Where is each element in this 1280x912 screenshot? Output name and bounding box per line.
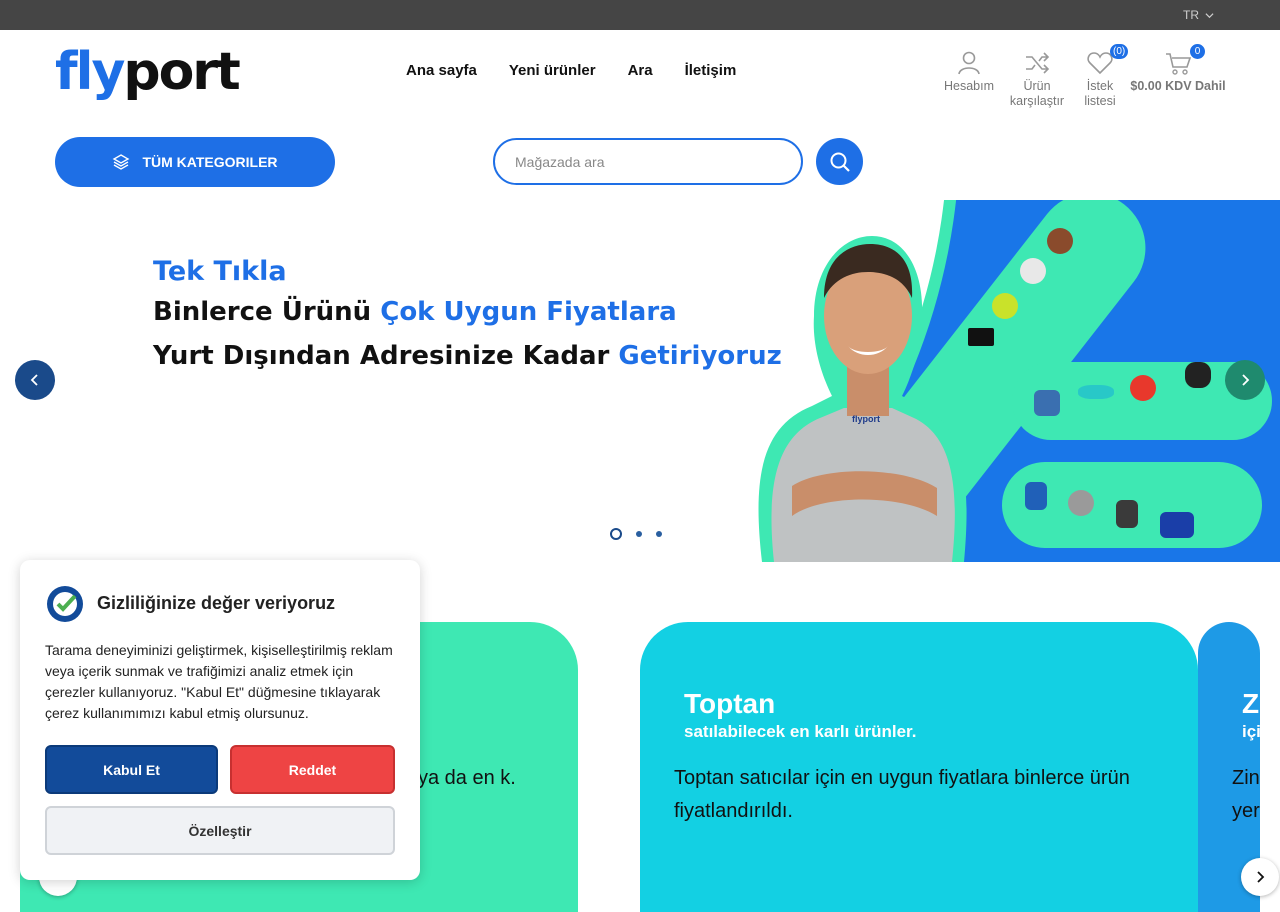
top-bar: TR [0,0,1280,30]
product-weights [1185,362,1211,388]
nav-search[interactable]: Ara [628,62,653,79]
chevron-down-icon [1205,12,1214,18]
slider-dot-3[interactable] [656,531,662,537]
slider-dot-2[interactable] [636,531,642,537]
feature-card-2-title: Toptan [684,688,776,719]
cookie-reject-button[interactable]: Reddet [230,745,395,794]
cart-icon [1166,53,1192,75]
feature-card-1-desc: ya da en k. [418,767,516,789]
account-link[interactable]: Hesabım [942,50,996,94]
wishlist-link[interactable]: (0) İstek listesi [1080,44,1129,109]
feature-card-2-desc: Toptan satıcılar için en uygun fiyatlara… [674,767,1130,822]
nav-contact[interactable]: İletişim [685,62,737,79]
product-backpack [1025,482,1047,510]
hero-line-1: Tek Tıkla [153,256,287,287]
cookie-text: Tarama deneyiminizi geliştirmek, kişisel… [45,642,393,721]
cookie-consent-dialog: Gizliliğinize değer veriyoruz Tarama den… [20,560,420,880]
hero-line-3: Yurt Dışından Adresinize Kadar Getiriyor… [153,341,782,371]
privacy-check-icon [47,586,83,622]
cart-link[interactable]: 0 $0.00 KDV Dahil [1130,44,1226,94]
compare-link[interactable]: Ürün karşılaştır [1006,50,1068,109]
product-camera [1020,258,1046,284]
wishlist-label-1: İstek [1086,79,1114,93]
shirt-logo: flyport [852,414,880,424]
feature-card-3-title: Z [1242,688,1260,719]
cart-total: $0.00 KDV Dahil [1130,79,1226,93]
feature-card-wholesale: Toptan satılabilecek en karlı ürünler. T… [640,622,1198,912]
slider-dots [610,528,662,540]
main-nav: Ana sayfa Yeni ürünler Ara İletişim [406,62,736,79]
feature-card-2-subtitle: satılabilecek en karlı ürünler. [684,722,917,741]
product-bowl [1047,228,1073,254]
slider-next-button[interactable] [1225,360,1265,400]
cards-next-button[interactable] [1241,858,1279,896]
site-logo[interactable]: flyport [55,44,241,100]
cart-count-badge: 0 [1190,44,1205,59]
product-speaker [1116,500,1138,528]
language-label: TR [1183,8,1199,22]
chevron-right-icon [1257,871,1265,883]
user-icon [958,51,980,75]
search-button[interactable] [816,138,863,185]
wishlist-count-badge: (0) [1110,44,1129,59]
all-categories-button[interactable]: TÜM KATEGORILER [55,137,335,187]
hero-person-image [758,236,967,562]
slider-dot-1[interactable] [610,528,622,540]
feature-card-3-desc: Zin yer [1232,767,1260,822]
wishlist-label-2: listesi [1084,94,1116,108]
language-selector[interactable]: TR [1183,8,1214,22]
slider-prev-button[interactable] [15,360,55,400]
cookie-title: Gizliliğinize değer veriyoruz [97,593,336,613]
hero-slider: Tek Tıkla Binlerce Ürünü Çok Uygun Fiyat… [0,200,1280,562]
product-paddle [1130,375,1156,401]
all-categories-label: TÜM KATEGORILER [142,154,278,170]
cookie-customize-button[interactable]: Özelleştir [45,806,395,855]
compare-label-1: Ürün [1023,79,1051,93]
hero-line-2: Binlerce Ürünü Çok Uygun Fiyatlara [153,297,677,327]
layers-icon [113,154,130,170]
search-icon [830,152,850,172]
product-jacket [1034,390,1060,416]
nav-new-products[interactable]: Yeni ürünler [509,62,596,79]
feature-card-3-subtitle: içi [1242,722,1260,741]
chevron-left-icon [30,374,38,386]
header: flyport Ana sayfa Yeni ürünler Ara İleti… [0,30,1280,200]
product-tshirt [1160,512,1194,538]
account-label: Hesabım [943,79,995,93]
search-input[interactable] [493,138,803,185]
cookie-accept-button[interactable]: Kabul Et [45,745,218,794]
shuffle-icon [1026,52,1050,74]
hero-headline: Tek Tıkla Binlerce Ürünü Çok Uygun Fiyat… [153,254,782,378]
product-ball [992,293,1018,319]
compare-label-2: karşılaştır [1009,94,1065,108]
product-iron [1078,385,1114,399]
chevron-right-icon [1242,374,1250,386]
nav-home[interactable]: Ana sayfa [406,62,477,79]
product-engine-part [1068,490,1094,516]
